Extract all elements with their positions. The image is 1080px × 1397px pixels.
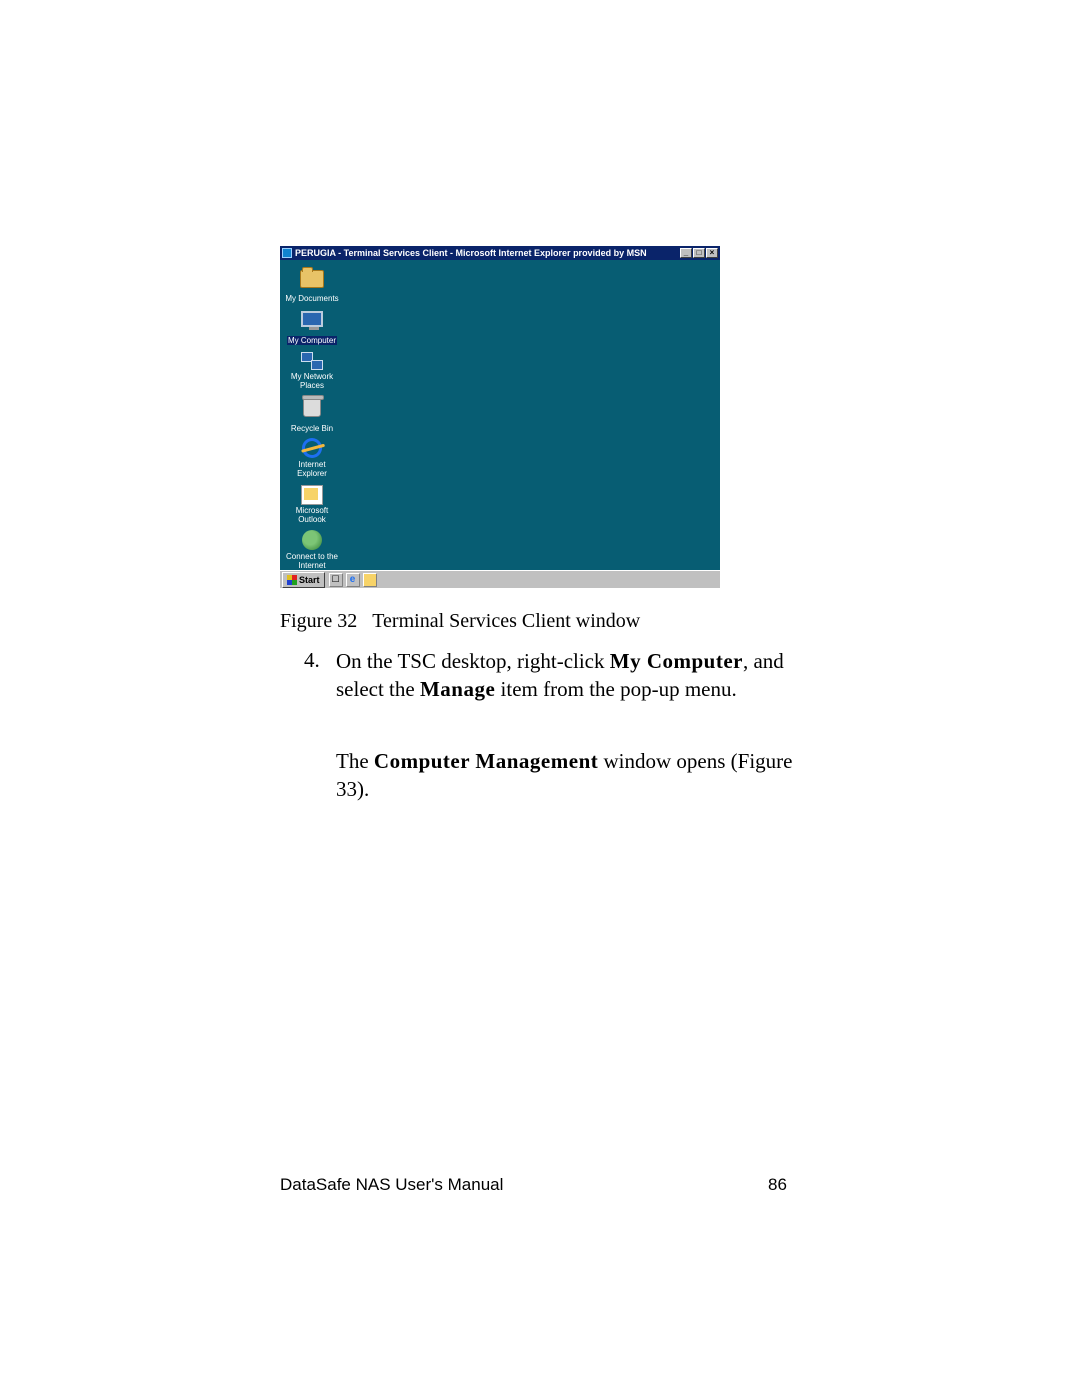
close-button[interactable]: × xyxy=(706,248,718,258)
icon-label: My Network Places xyxy=(284,372,340,390)
windows-logo-icon xyxy=(287,575,297,585)
icon-label: Microsoft Outlook xyxy=(284,506,340,524)
footer-title: DataSafe NAS User's Manual xyxy=(280,1175,503,1195)
text: The xyxy=(336,749,374,773)
figure-title: Terminal Services Client window xyxy=(372,610,640,632)
desktop-icon-my-documents[interactable]: My Documents xyxy=(284,264,340,306)
quick-launch-outlook-icon[interactable] xyxy=(363,573,377,587)
network-places-icon xyxy=(301,352,323,370)
desktop-icon-connect-internet[interactable]: Connect to the Internet xyxy=(284,528,340,573)
ui-term-my-computer: My Computer xyxy=(610,649,743,673)
text: item from the pop-up menu. xyxy=(495,677,736,701)
page-number: 86 xyxy=(768,1175,787,1195)
step-result: The Computer Management window opens (Fi… xyxy=(336,748,796,803)
remote-desktop[interactable]: My Documents My Computer My Network Plac… xyxy=(280,260,720,570)
icon-label: Recycle Bin xyxy=(290,424,334,433)
text: On the TSC desktop, right-click xyxy=(336,649,610,673)
desktop-icon-my-computer[interactable]: My Computer xyxy=(284,306,340,348)
manual-page: { "window": { "title": "PERUGIA - Termin… xyxy=(0,0,1080,1397)
start-label: Start xyxy=(299,575,320,585)
start-button[interactable]: Start xyxy=(282,572,325,588)
quick-launch xyxy=(329,573,377,587)
figure-number: Figure 32 xyxy=(280,610,357,632)
taskbar[interactable]: Start xyxy=(280,570,720,588)
quick-launch-ie-icon[interactable] xyxy=(346,573,360,587)
desktop-icon-recycle-bin[interactable]: Recycle Bin xyxy=(284,394,340,436)
step-instruction: On the TSC desktop, right-click My Compu… xyxy=(336,648,796,703)
window-titlebar[interactable]: PERUGIA - Terminal Services Client - Mic… xyxy=(280,246,720,260)
window-title: PERUGIA - Terminal Services Client - Mic… xyxy=(295,248,680,258)
icon-label: My Computer xyxy=(287,336,337,345)
connect-internet-icon xyxy=(302,530,322,550)
figure-caption: Figure 32 Terminal Services Client windo… xyxy=(280,610,640,633)
icon-label: My Documents xyxy=(284,294,339,303)
folder-icon xyxy=(300,270,324,288)
ui-term-manage: Manage xyxy=(420,677,495,701)
show-desktop-icon[interactable] xyxy=(329,573,343,587)
desktop-icon-outlook[interactable]: Microsoft Outlook xyxy=(284,482,340,527)
maximize-button[interactable]: □ xyxy=(693,248,705,258)
ui-term-computer-management: Computer Management xyxy=(374,749,598,773)
recycle-bin-icon xyxy=(303,397,321,417)
desktop-icon-ie[interactable]: Internet Explorer xyxy=(284,436,340,481)
icon-label: Internet Explorer xyxy=(284,460,340,478)
outlook-icon xyxy=(301,485,323,505)
ie-window-icon xyxy=(282,248,292,258)
terminal-services-window: PERUGIA - Terminal Services Client - Mic… xyxy=(280,246,720,588)
minimize-button[interactable]: _ xyxy=(680,248,692,258)
icon-label: Connect to the Internet xyxy=(284,552,340,570)
desktop-icon-my-network[interactable]: My Network Places xyxy=(284,348,340,393)
step-number: 4. xyxy=(304,648,320,673)
internet-explorer-icon xyxy=(300,436,324,460)
computer-icon xyxy=(301,311,323,327)
